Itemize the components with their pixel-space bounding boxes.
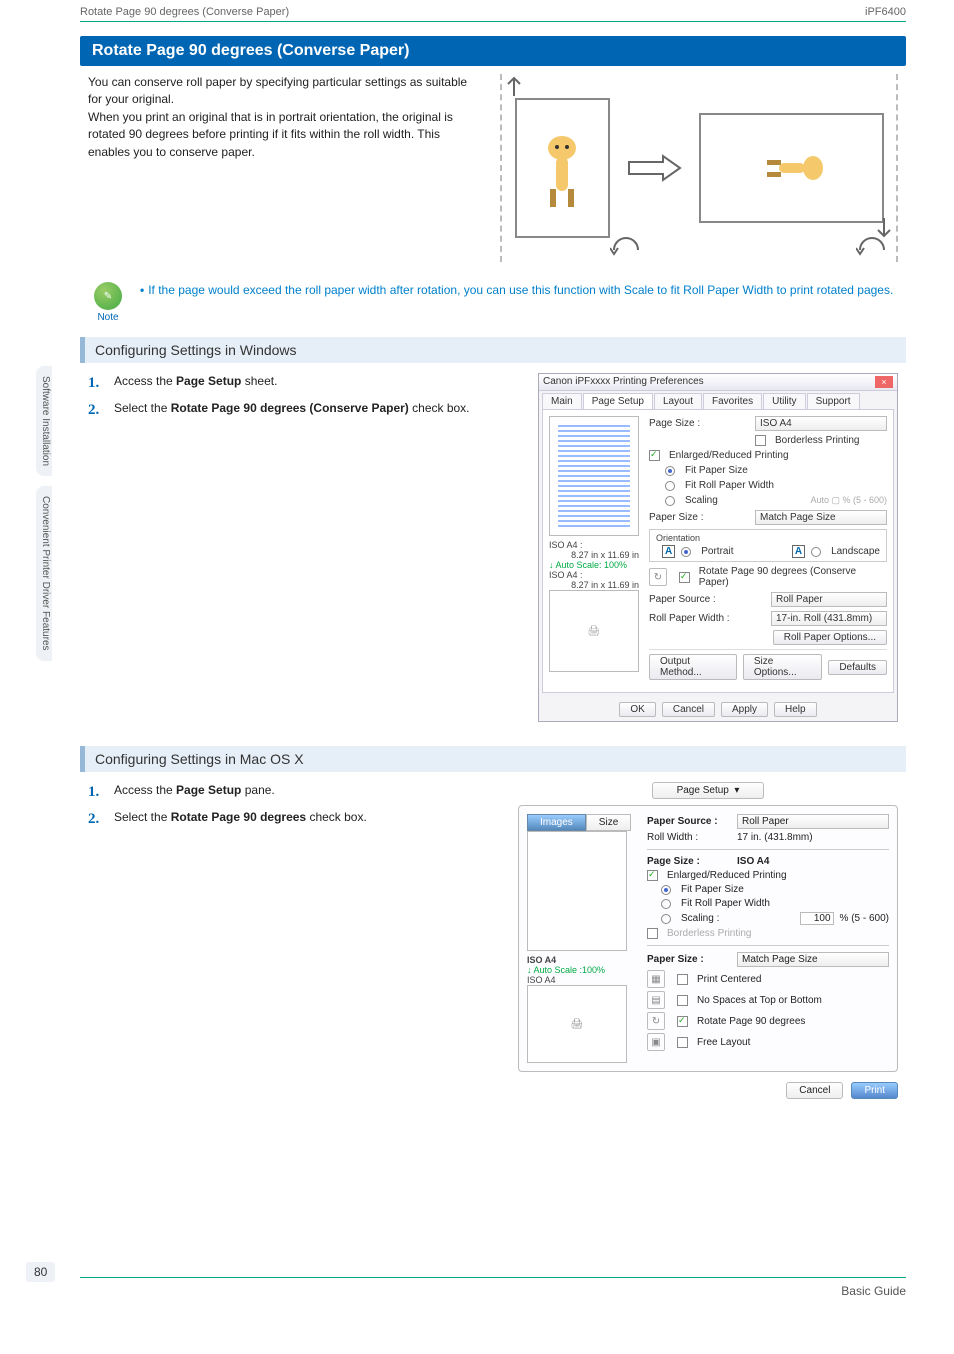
rotate-icon (610, 232, 644, 260)
cancel-button[interactable]: Cancel (662, 702, 715, 717)
tab-layout[interactable]: Layout (654, 393, 702, 409)
page-number: 80 (26, 1262, 55, 1282)
size-options-button[interactable]: Size Options... (743, 654, 822, 680)
side-tab-driver-features: Convenient Printer Driver Features (36, 486, 52, 661)
no-spaces-icon: ▤ (647, 991, 665, 1009)
mac-print-button[interactable]: Print (851, 1082, 898, 1099)
note-block: ✎ Note •If the page would exceed the rol… (80, 282, 906, 323)
tab-main[interactable]: Main (542, 393, 582, 409)
defaults-button[interactable]: Defaults (828, 660, 887, 675)
pane-select[interactable]: Page Setup ▾ (652, 782, 765, 799)
note-text: If the page would exceed the roll paper … (148, 283, 893, 297)
mac-scaling-radio[interactable] (661, 914, 671, 924)
header-right: iPF6400 (865, 6, 906, 18)
tab-page-setup[interactable]: Page Setup (583, 393, 653, 409)
mac-paper-size-select[interactable]: Match Page Size (737, 952, 889, 967)
footer: Basic Guide (80, 1277, 906, 1298)
landscape-doc-icon (699, 113, 884, 223)
macos-subheading: Configuring Settings in Mac OS X (80, 746, 906, 772)
windows-steps: 1.Access the Page Setup sheet. 2.Select … (88, 373, 478, 421)
ok-button[interactable]: OK (619, 702, 655, 717)
mac-borderless-checkbox[interactable] (647, 928, 658, 939)
dialog-title: Canon iPFxxxx Printing Preferences (543, 376, 704, 388)
mac-no-spaces-checkbox[interactable] (677, 995, 688, 1006)
mac-preview (527, 831, 627, 951)
portrait-doc-icon (515, 98, 610, 238)
roll-paper-options-button[interactable]: Roll Paper Options... (773, 630, 887, 645)
print-centered-icon: ▦ (647, 970, 665, 988)
rotate-icon: ↻ (649, 568, 667, 586)
intro-text: You can conserve roll paper by specifyin… (88, 74, 478, 262)
note-icon: ✎ (94, 282, 122, 310)
mac-free-layout-checkbox[interactable] (677, 1037, 688, 1048)
mac-enlarged-checkbox[interactable] (647, 870, 658, 881)
page-preview (549, 416, 639, 536)
tab-size[interactable]: Size (586, 814, 631, 831)
rotation-illustration (500, 74, 898, 262)
mac-rotate-90-checkbox[interactable] (677, 1016, 688, 1027)
windows-subheading: Configuring Settings in Windows (80, 337, 906, 363)
roll-width-select[interactable]: 17-in. Roll (431.8mm) (771, 611, 887, 626)
side-tab-software-installation: Software Installation (36, 366, 52, 476)
mac-scaling-input[interactable]: 100 (800, 912, 834, 925)
note-label: Note (97, 312, 118, 323)
paper-size-select[interactable]: Match Page Size (755, 510, 887, 525)
rotate-90-checkbox[interactable] (679, 572, 690, 583)
page-header: Rotate Page 90 degrees (Converse Paper) … (80, 6, 906, 22)
close-icon[interactable]: × (875, 376, 893, 388)
tab-favorites[interactable]: Favorites (703, 393, 762, 409)
tab-images[interactable]: Images (527, 814, 586, 831)
mac-fit-roll-radio[interactable] (661, 899, 671, 909)
mac-fit-paper-radio[interactable] (661, 885, 671, 895)
windows-dialog-screenshot: Canon iPFxxxx Printing Preferences × Mai… (538, 373, 898, 722)
free-layout-icon: ▣ (647, 1033, 665, 1051)
side-tabs: Software Installation Convenient Printer… (36, 366, 52, 661)
apply-button[interactable]: Apply (721, 702, 768, 717)
borderless-checkbox[interactable] (755, 435, 766, 446)
tab-support[interactable]: Support (807, 393, 860, 409)
printer-preview-icon: 🖨 (549, 590, 639, 672)
mac-print-centered-checkbox[interactable] (677, 974, 688, 985)
output-method-button[interactable]: Output Method... (649, 654, 737, 680)
header-left: Rotate Page 90 degrees (Converse Paper) (80, 6, 289, 18)
rotate-icon: ↻ (647, 1012, 665, 1030)
enlarged-checkbox[interactable] (649, 450, 660, 461)
arrow-icon (627, 154, 682, 182)
fit-paper-radio[interactable] (665, 466, 675, 476)
tab-utility[interactable]: Utility (763, 393, 805, 409)
mac-cancel-button[interactable]: Cancel (786, 1082, 843, 1099)
scaling-radio[interactable] (665, 496, 675, 506)
portrait-radio[interactable] (681, 547, 691, 557)
paper-source-select[interactable]: Roll Paper (771, 592, 887, 607)
page-size-select[interactable]: ISO A4 (755, 416, 887, 431)
section-title: Rotate Page 90 degrees (Converse Paper) (80, 36, 906, 66)
fit-roll-radio[interactable] (665, 481, 675, 491)
mac-dialog-screenshot: Page Setup ▾ Images Size ISO A4 ↓ Auto S… (518, 782, 898, 1099)
landscape-radio[interactable] (811, 547, 821, 557)
printer-preview-icon: 🖨 (527, 985, 627, 1063)
mac-paper-source-select[interactable]: Roll Paper (737, 814, 889, 829)
help-button[interactable]: Help (774, 702, 817, 717)
mac-steps: 1.Access the Page Setup pane. 2.Select t… (88, 782, 478, 830)
